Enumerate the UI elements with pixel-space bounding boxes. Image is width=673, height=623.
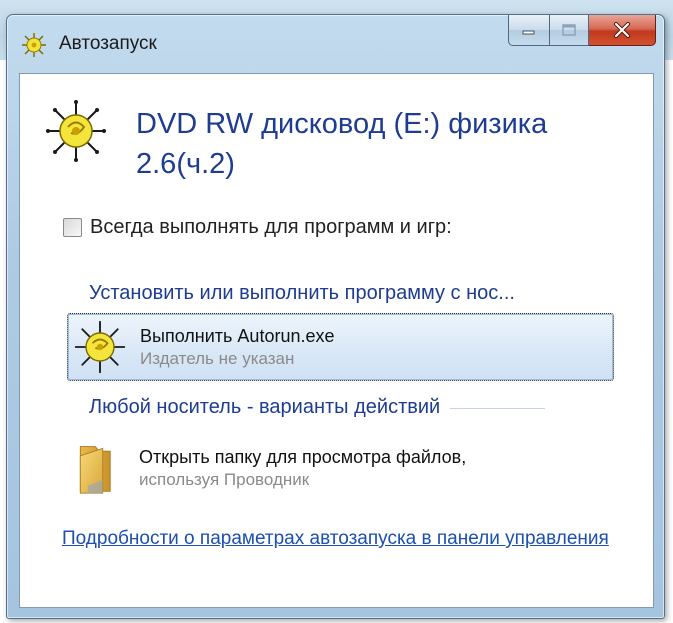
autoplay-settings-link[interactable]: Подробности о параметрах автозапуска в п… <box>62 525 622 553</box>
publisher-label: Издатель не указан <box>140 349 295 368</box>
folder-icon <box>79 446 111 494</box>
run-autorun-option[interactable]: Выполнить Autorun.exe Издатель не указан <box>67 313 614 381</box>
always-do-checkbox[interactable] <box>63 218 82 237</box>
minimize-button[interactable] <box>508 15 550 46</box>
title-bar[interactable]: Автозапуск <box>7 15 664 73</box>
window-title: Автозапуск <box>59 33 157 54</box>
always-do-row[interactable]: Всегда выполнять для программ и игр: <box>63 216 452 239</box>
maximize-icon <box>562 24 576 36</box>
minimize-icon <box>522 30 535 35</box>
always-do-label: Всегда выполнять для программ и игр: <box>90 216 452 238</box>
maximize-button[interactable] <box>550 15 589 46</box>
section-divider <box>450 408 546 409</box>
run-autorun-label: Выполнить Autorun.exe <box>140 326 335 346</box>
any-media-section-label: Любой носитель - варианты действий <box>89 396 441 418</box>
open-folder-label: Открыть папку для просмотра файлов, <box>139 447 467 467</box>
run-autorun-text: Выполнить Autorun.exe Издатель не указан <box>140 324 335 370</box>
close-icon <box>614 22 630 38</box>
install-run-section-title: Установить или выполнить программу с нос… <box>89 282 515 304</box>
close-button[interactable] <box>589 15 656 46</box>
open-folder-text: Открыть папку для просмотра файлов, испо… <box>139 445 466 491</box>
any-media-section-title: Любой носитель - варианты действий <box>89 396 546 419</box>
caption-buttons <box>508 15 656 46</box>
open-folder-option[interactable]: Открыть папку для просмотра файлов, испо… <box>67 432 613 504</box>
autorun-icon <box>22 33 46 57</box>
autorun-icon <box>74 320 126 374</box>
explorer-label: используя Проводник <box>139 470 310 489</box>
autorun-large-icon <box>46 100 106 162</box>
drive-title: DVD RW дисковод (E:) физика 2.6(ч.2) <box>136 108 548 180</box>
